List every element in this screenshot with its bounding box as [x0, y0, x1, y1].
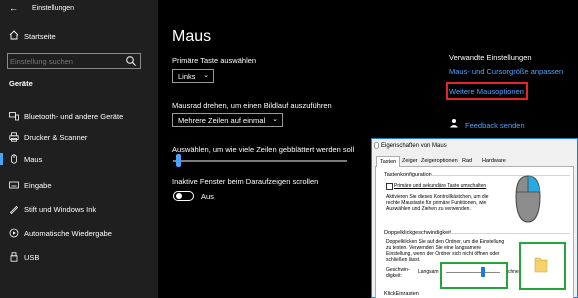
- sidebar-item-input[interactable]: Eingabe: [0, 176, 158, 194]
- desc-line: Auswählen und Ziehen zu verwenden.: [386, 206, 471, 212]
- link-feedback[interactable]: Feedback senden: [465, 121, 525, 130]
- nav-home[interactable]: Startseite: [24, 32, 56, 41]
- sidebar-item-label: USB: [24, 253, 40, 262]
- speed-label: digkeit:: [386, 273, 402, 279]
- mouse-icon: [374, 142, 379, 149]
- group-button-config: Tastenkonfiguration: [384, 172, 432, 178]
- dropdown-value: Mehrere Zeilen auf einmal: [178, 116, 266, 125]
- highlight-box-red: [446, 82, 528, 100]
- switch-buttons-checkbox[interactable]: [386, 183, 393, 190]
- chevron-down-icon: ⌄: [272, 116, 278, 123]
- sidebar-item-pen[interactable]: Stift und Windows Ink: [0, 200, 158, 218]
- printer-icon: [9, 132, 19, 142]
- bluetooth-icon: [9, 112, 19, 121]
- tab-hardware[interactable]: Hardware: [479, 156, 509, 167]
- checkbox-label[interactable]: Primäre und sekundäre Taste umschalten: [394, 183, 486, 189]
- highlight-box-green: [440, 262, 508, 289]
- dialog-title: Eigenschaften von Maus: [381, 143, 447, 149]
- chevron-down-icon: ⌄: [203, 72, 209, 79]
- sidebar-item-label: Bluetooth- und andere Geräte: [24, 112, 124, 121]
- back-arrow-icon[interactable]: ←: [9, 3, 19, 13]
- usb-icon: [10, 252, 18, 262]
- feedback-icon: [450, 119, 458, 128]
- sidebar-item-label: Eingabe: [24, 181, 52, 190]
- sidebar-item-label: Maus: [24, 155, 43, 164]
- home-icon: [9, 30, 19, 40]
- window-title: Einstellungen: [32, 5, 75, 12]
- desc-line: schließen lässt.: [386, 257, 421, 263]
- lines-label: Auswählen, um wie viele Zeilen gebblätte…: [172, 145, 355, 154]
- scroll-dropdown[interactable]: Mehrere Zeilen auf einmal ⌄: [172, 113, 283, 127]
- search-icon[interactable]: [125, 55, 137, 67]
- sidebar-item-label: Drucker & Scanner: [24, 133, 88, 142]
- mouse-illustration-icon: [515, 175, 541, 223]
- related-heading: Verwandte Einstellungen: [449, 53, 532, 62]
- dropdown-value: Links: [178, 72, 196, 81]
- lines-slider-thumb[interactable]: [176, 154, 181, 167]
- sidebar-item-printer[interactable]: Drucker & Scanner: [0, 128, 158, 146]
- toggle-state: Aus: [201, 192, 214, 201]
- sidebar-item-label: Automatische Wiedergabe: [24, 229, 112, 238]
- page-title: Maus: [172, 28, 212, 45]
- sidebar-item-usb[interactable]: USB: [0, 248, 158, 266]
- primary-button-label: Primäre Taste auswählen: [172, 56, 257, 65]
- highlight-box-green: [519, 242, 566, 290]
- pen-icon: [9, 205, 19, 214]
- keyboard-icon: [9, 181, 19, 189]
- toggle-knob: [176, 193, 182, 199]
- section-title: Geräte: [9, 79, 33, 88]
- sidebar-item-mouse[interactable]: Maus: [0, 150, 158, 168]
- search-input[interactable]: [10, 56, 120, 66]
- group-divider: [449, 233, 570, 234]
- sidebar-item-bluetooth[interactable]: Bluetooth- und andere Geräte: [0, 107, 158, 125]
- group-double-click: Doppelklickgeschwindigkeit: [384, 230, 451, 236]
- inactive-scroll-label: Inaktive Fenster beim Daraufzeigen scrol…: [172, 177, 319, 186]
- primary-button-dropdown[interactable]: Links ⌄: [172, 69, 214, 83]
- tab-pointer-options[interactable]: Zeigeroptionen: [418, 156, 461, 167]
- sidebar-item-label: Stift und Windows Ink: [24, 205, 97, 214]
- slow-label: Langsam: [418, 269, 439, 275]
- mouse-icon: [11, 154, 17, 164]
- group-clicklock: KlickEinrasten: [384, 291, 419, 297]
- link-cursor-size[interactable]: Maus- und Cursorgröße anpassen: [449, 67, 563, 76]
- lines-slider-track[interactable]: [173, 160, 347, 162]
- tab-wheel[interactable]: Rad: [459, 156, 475, 167]
- autoplay-icon: [9, 228, 19, 238]
- sidebar-item-autoplay[interactable]: Automatische Wiedergabe: [0, 224, 158, 242]
- scroll-label: Mausrad drehen, um einen Bildlauf auszuf…: [172, 101, 332, 110]
- group-divider: [430, 175, 570, 176]
- tab-buttons[interactable]: Tasten: [376, 156, 401, 167]
